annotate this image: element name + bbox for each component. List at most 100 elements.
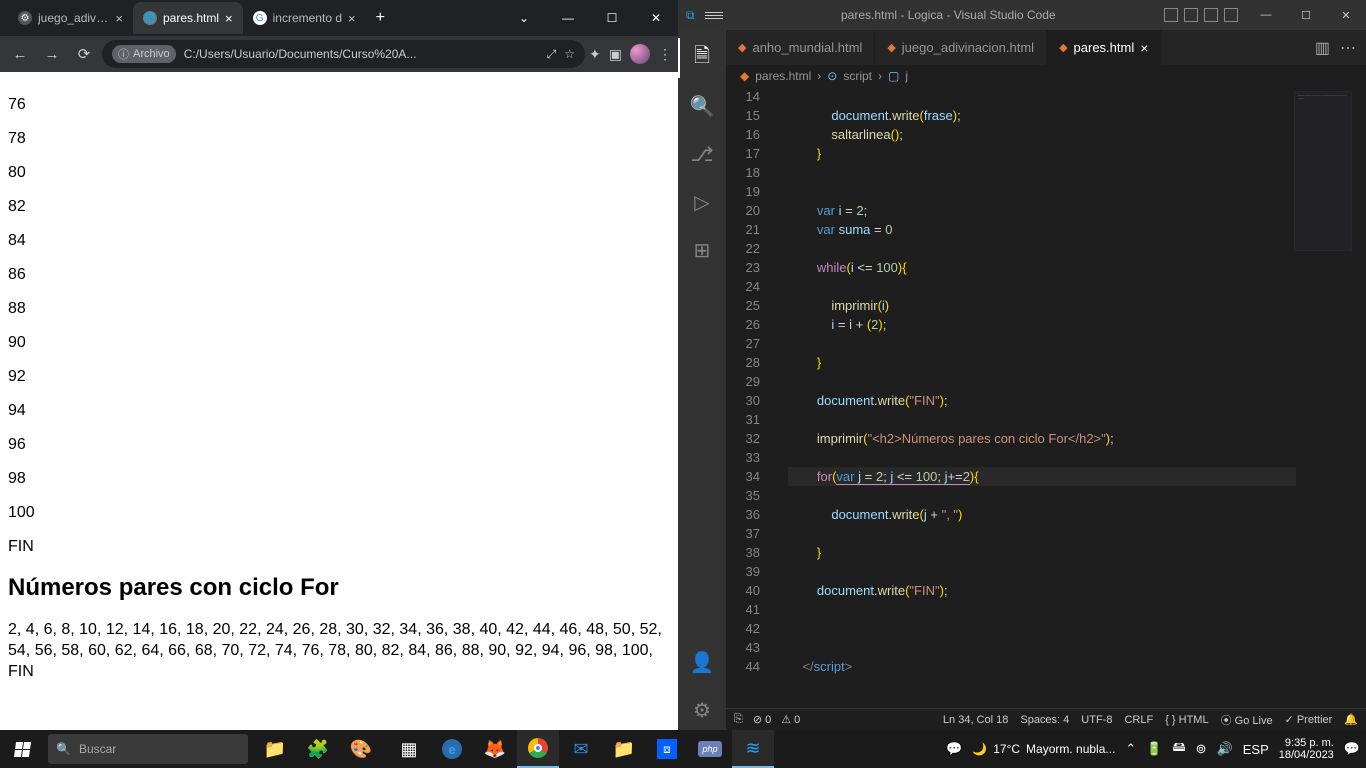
code-line[interactable]: saltarlinea(); xyxy=(788,125,1296,144)
chrome-close-button[interactable]: ✕ xyxy=(634,0,678,36)
code-line[interactable] xyxy=(788,524,1296,543)
remote-icon[interactable]: ⎘ xyxy=(734,713,743,726)
minimap[interactable]: ▬▬ ▬ ▬▬▬ ▬ ▬ ▬▬ ▬ ▬▬▬ ▬▬ ▬ ▬ ▬▬ ▬ ▬▬▬ xyxy=(1294,91,1352,251)
breadcrumb[interactable]: ◆ pares.html › ⊙ script › ▢ j xyxy=(726,65,1366,87)
search-icon[interactable]: 🔍 xyxy=(678,86,726,126)
profile-avatar[interactable] xyxy=(630,44,650,64)
code-line[interactable] xyxy=(788,239,1296,258)
notifications-bell-icon[interactable]: 🔔 xyxy=(1344,713,1358,726)
code-line[interactable]: document.write("FIN"); xyxy=(788,391,1296,410)
taskbar-search[interactable]: 🔍 Buscar xyxy=(48,734,248,764)
more-actions-icon[interactable]: ⋯ xyxy=(1340,38,1356,58)
taskbar-app-icon[interactable]: ⧈ xyxy=(646,730,688,768)
site-info-chip[interactable]: ⓘ Archivo xyxy=(112,45,176,63)
battery-icon[interactable]: 🔋 xyxy=(1146,741,1162,757)
code-line[interactable]: } xyxy=(788,144,1296,163)
indent-spaces[interactable]: Spaces: 4 xyxy=(1020,714,1069,726)
weather-widget[interactable]: 🌙 17°C Mayorm. nubla... xyxy=(972,742,1115,756)
code-line[interactable]: document.write("FIN"); xyxy=(788,581,1296,600)
code-line[interactable]: } xyxy=(788,543,1296,562)
cursor-position[interactable]: Ln 34, Col 18 xyxy=(943,714,1008,726)
tray-overflow-icon[interactable]: ⌃ xyxy=(1125,741,1136,757)
editor-tab[interactable]: ◆pares.html× xyxy=(1047,30,1161,65)
vscode-maximize-button[interactable]: ☐ xyxy=(1286,0,1326,30)
encoding[interactable]: UTF-8 xyxy=(1081,714,1112,726)
code-line[interactable] xyxy=(788,562,1296,581)
taskbar-app-icon[interactable] xyxy=(517,730,559,768)
layout-grid-icon[interactable] xyxy=(1224,8,1238,22)
taskbar-app-icon[interactable]: 📁 xyxy=(603,730,645,768)
taskbar-app-icon[interactable]: 🦊 xyxy=(474,730,516,768)
chrome-maximize-button[interactable]: ☐ xyxy=(590,0,634,36)
chrome-tab[interactable]: Gincremento d× xyxy=(243,2,366,34)
vscode-minimize-button[interactable]: — xyxy=(1246,0,1286,30)
code-line[interactable]: document.write(frase); xyxy=(788,106,1296,125)
source-control-icon[interactable]: ⎇ xyxy=(678,134,726,174)
code-line[interactable]: i = i + (2); xyxy=(788,315,1296,334)
close-tab-icon[interactable]: × xyxy=(1140,40,1148,56)
bookmark-star-icon[interactable]: ☆ xyxy=(564,47,575,61)
code-line[interactable] xyxy=(788,163,1296,182)
forward-button[interactable]: → xyxy=(38,40,66,68)
code-line[interactable] xyxy=(788,334,1296,353)
taskbar-app-icon[interactable]: ▦ xyxy=(388,730,430,768)
go-live-button[interactable]: ⦿ Go Live xyxy=(1221,712,1273,728)
back-button[interactable]: ← xyxy=(6,40,34,68)
eol[interactable]: CRLF xyxy=(1124,714,1153,726)
page-content[interactable]: 767880828486889092949698100 FIN Números … xyxy=(0,72,678,730)
code-line[interactable]: imprimir("<h2>Números pares con ciclo Fo… xyxy=(788,429,1296,448)
extensions-icon[interactable]: ✦ xyxy=(589,46,601,63)
code-editor[interactable]: 1415161718192021222324252627282930313233… xyxy=(726,87,1366,708)
action-center-icon[interactable]: 💬 xyxy=(1344,741,1360,757)
reload-button[interactable]: ⟳ xyxy=(70,40,98,68)
warnings-count[interactable]: ⚠ 0 xyxy=(781,713,800,726)
run-debug-icon[interactable]: ▷ xyxy=(678,182,726,222)
layout-bottom-icon[interactable] xyxy=(1184,8,1198,22)
layout-left-icon[interactable] xyxy=(1164,8,1178,22)
language-indicator[interactable]: ESP xyxy=(1243,742,1269,757)
editor-tab[interactable]: ◆anho_mundial.html xyxy=(726,30,875,65)
start-button[interactable] xyxy=(0,730,44,768)
prettier-status[interactable]: ✓ Prettier xyxy=(1285,713,1333,726)
code-line[interactable]: </script> xyxy=(788,657,1296,676)
code-line[interactable]: imprimir(i) xyxy=(788,296,1296,315)
clock[interactable]: 9:35 p. m. 18/04/2023 xyxy=(1279,737,1334,761)
vscode-close-button[interactable]: ✕ xyxy=(1326,0,1366,30)
code-line[interactable] xyxy=(788,638,1296,657)
network-icon[interactable]: ⊚ xyxy=(1196,741,1207,757)
code-line[interactable]: while(i <= 100){ xyxy=(788,258,1296,277)
address-bar[interactable]: ⓘ Archivo C:/Users/Usuario/Documents/Cur… xyxy=(102,40,585,68)
code-line[interactable]: var suma = 0 xyxy=(788,220,1296,239)
code-line[interactable]: var i = 2; xyxy=(788,201,1296,220)
settings-gear-icon[interactable]: ⚙ xyxy=(678,690,726,730)
code-line[interactable] xyxy=(788,600,1296,619)
taskbar-app-icon[interactable]: php xyxy=(689,730,731,768)
account-icon[interactable]: 👤 xyxy=(678,642,726,682)
language-mode[interactable]: { } HTML xyxy=(1165,714,1208,726)
chrome-tab[interactable]: ⚙juego_adivina× xyxy=(8,2,133,34)
split-editor-icon[interactable]: ▥ xyxy=(1315,38,1330,58)
code-line[interactable] xyxy=(788,619,1296,638)
close-tab-icon[interactable]: × xyxy=(115,11,123,26)
meet-now-icon[interactable]: 💬 xyxy=(946,741,962,757)
chrome-minimize-button[interactable]: — xyxy=(546,0,590,36)
usb-icon[interactable]: 🖴 xyxy=(1173,738,1186,760)
code-line[interactable] xyxy=(788,410,1296,429)
translate-icon[interactable]: ⤢ xyxy=(547,47,557,62)
chrome-dropdown-icon[interactable]: ⌄ xyxy=(502,0,546,36)
vscode-hamburger-menu[interactable] xyxy=(705,12,723,19)
taskbar-app-icon[interactable]: ✉ xyxy=(560,730,602,768)
code-line[interactable]: document.write(j + ", ") xyxy=(788,505,1296,524)
code-line[interactable]: for(var j = 2; j <= 100; j+=2){ xyxy=(788,467,1296,486)
taskbar-widget-icon[interactable]: 🧩 xyxy=(297,730,339,768)
errors-count[interactable]: ⊘ 0 xyxy=(753,713,771,726)
code-line[interactable] xyxy=(788,277,1296,296)
code-line[interactable] xyxy=(788,486,1296,505)
taskbar-widget-icon[interactable]: 🎨 xyxy=(340,730,382,768)
side-panel-icon[interactable]: ▣ xyxy=(609,46,622,63)
code-line[interactable] xyxy=(788,87,1296,106)
volume-icon[interactable]: 🔊 xyxy=(1217,741,1233,757)
chrome-menu-icon[interactable]: ⋮ xyxy=(658,46,672,63)
close-tab-icon[interactable]: × xyxy=(225,11,233,26)
chrome-tab[interactable]: 🌐pares.html× xyxy=(133,2,243,34)
